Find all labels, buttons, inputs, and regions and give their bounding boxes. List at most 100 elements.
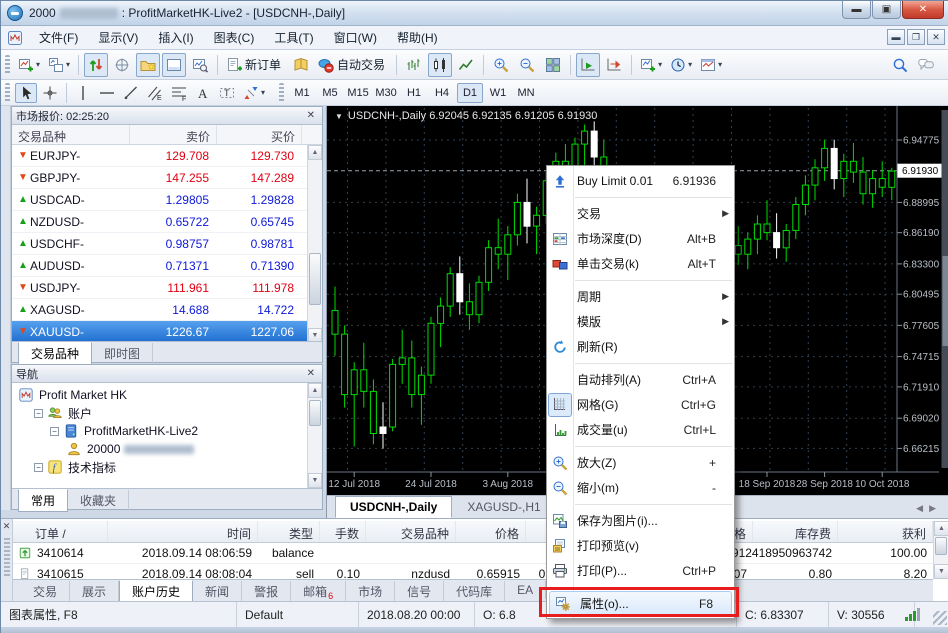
context-menu-item-refresh[interactable]: 刷新(R) <box>547 334 734 359</box>
market-watch-tab-symbols[interactable]: 交易品种 <box>18 342 92 365</box>
dropdown-arrow-icon[interactable]: ▾ <box>658 60 662 69</box>
child-minimize-button[interactable]: ▬ <box>887 29 905 45</box>
autotrading-button[interactable]: 自动交易 <box>315 53 391 77</box>
chat-button[interactable] <box>914 53 938 77</box>
terminal-column-2[interactable]: 类型 <box>258 521 320 542</box>
text-label-button[interactable]: T <box>216 83 238 103</box>
chart-tab-scroll-icons[interactable]: ◀▶ <box>916 503 942 514</box>
context-menu-item-save-as-picture[interactable]: 保存为图片(i)... <box>547 508 734 533</box>
terminal-tab-code-base[interactable]: 代码库 <box>444 581 505 602</box>
child-restore-button[interactable]: ❐ <box>907 29 925 45</box>
terminal-column-5[interactable]: 价格 <box>456 521 526 542</box>
tree-item-profit-market-hk[interactable]: Profit Market HK <box>12 386 322 404</box>
periods-button[interactable]: ▾ <box>667 53 695 77</box>
terminal-scroll-down-icon[interactable]: ▼ <box>934 564 948 579</box>
column-symbol[interactable]: 交易品种 <box>12 125 130 144</box>
new-chart-button[interactable]: ▾ <box>15 53 43 77</box>
timeframe-h4[interactable]: H4 <box>429 83 455 103</box>
column-ask[interactable]: 买价 <box>217 125 302 144</box>
menu-tools[interactable]: 工具(T) <box>264 26 323 49</box>
nav-scroll-up-icon[interactable]: ▲ <box>308 383 322 398</box>
zoom-out-button[interactable] <box>515 53 539 77</box>
chart-candles-button[interactable] <box>428 53 452 77</box>
terminal-tab-news[interactable]: 新闻 <box>193 581 242 602</box>
auto-scroll-button[interactable] <box>576 53 600 77</box>
context-menu-item-templates[interactable]: 模版▶ <box>547 309 734 334</box>
timeframe-m15[interactable]: M15 <box>345 83 371 103</box>
context-menu-item-properties[interactable]: 属性(o)...F8 <box>549 591 732 616</box>
terminal-tab-exposure[interactable]: 展示 <box>70 581 119 602</box>
terminal-tab-alerts[interactable]: 警报 <box>242 581 291 602</box>
timeframe-m30[interactable]: M30 <box>373 83 399 103</box>
navigator-tab-favorites[interactable]: 收藏夹 <box>68 490 129 511</box>
market-row-xagusd[interactable]: ▲XAGUSD-14.68814.722 <box>12 299 322 321</box>
column-bid[interactable]: 卖价 <box>130 125 217 144</box>
dropdown-arrow-icon[interactable]: ▾ <box>718 60 722 69</box>
scroll-up-icon[interactable]: ▲ <box>308 145 322 160</box>
menu-view[interactable]: 显示(V) <box>88 26 148 49</box>
nav-scroll-down-icon[interactable]: ▼ <box>308 473 322 488</box>
timeframe-h1[interactable]: H1 <box>401 83 427 103</box>
timeframe-m1[interactable]: M1 <box>289 83 315 103</box>
chart-collapse-icon[interactable]: ▼ <box>335 112 343 121</box>
terminal-column-4[interactable]: 交易品种 <box>366 521 456 542</box>
terminal-scrollbar[interactable]: ▲ ▼ <box>933 521 948 579</box>
resize-grip[interactable] <box>933 611 947 625</box>
terminal-button[interactable] <box>162 53 186 77</box>
terminal-close-icon[interactable]: ✕ <box>1 519 12 532</box>
templates-button[interactable]: ▾ <box>697 53 725 77</box>
context-menu-item-trading[interactable]: 交易▶ <box>547 201 734 226</box>
timeframe-w1[interactable]: W1 <box>485 83 511 103</box>
market-row-usdchf[interactable]: ▲USDCHF-0.987570.98781 <box>12 233 322 255</box>
trendline-button[interactable] <box>120 83 142 103</box>
terminal-tab-market[interactable]: 市场 <box>346 581 395 602</box>
cursor-button[interactable] <box>15 83 37 103</box>
context-menu-item-depth-of-market[interactable]: 市场深度(D)Alt+B <box>547 226 734 251</box>
timeframe-mn[interactable]: MN <box>513 83 539 103</box>
terminal-tab-account-history[interactable]: 账户历史 <box>119 580 193 603</box>
zoom-in-button[interactable] <box>489 53 513 77</box>
context-menu-item-one-click-trading[interactable]: 单击交易(k)Alt+T <box>547 251 734 276</box>
menu-insert[interactable]: 插入(I) <box>148 26 203 49</box>
toolbar-grip-2[interactable] <box>5 83 10 103</box>
navigator-scrollbar[interactable]: ▲ ▼ <box>307 383 322 488</box>
terminal-row[interactable]: 34106142018.09.14 08:06:59balance6912418… <box>13 543 933 564</box>
context-menu-item-buy-limit[interactable]: Buy Limit 0.016.91936 <box>547 168 734 193</box>
metaeditor-button[interactable] <box>289 53 313 77</box>
market-row-eurjpy[interactable]: ▼EURJPY-129.708129.730 <box>12 145 322 167</box>
dropdown-arrow-icon[interactable]: ▾ <box>36 60 40 69</box>
market-row-usdjpy[interactable]: ▼USDJPY-111.961111.978 <box>12 277 322 299</box>
tree-item-profitmarkethk-live2[interactable]: −ProfitMarketHK-Live2 <box>12 422 322 440</box>
menu-charts[interactable]: 图表(C) <box>204 26 265 49</box>
terminal-column-9[interactable]: 库存费 <box>753 521 838 542</box>
new-order-button[interactable]: 新订单 <box>223 53 287 77</box>
tree-item-20000[interactable]: 20000 <box>12 440 322 458</box>
maximize-button[interactable]: ▣ <box>872 1 901 19</box>
minimize-button[interactable]: ▬ <box>842 1 871 19</box>
timeframe-d1[interactable]: D1 <box>457 83 483 103</box>
search-button[interactable] <box>888 53 912 77</box>
terminal-tab-experts[interactable]: EA <box>505 581 546 599</box>
market-row-usdcad[interactable]: ▲USDCAD-1.298051.29828 <box>12 189 322 211</box>
market-watch-scrollbar[interactable]: ▲ ▼ <box>307 145 322 343</box>
chart-shift-button[interactable] <box>602 53 626 77</box>
tree-item--[interactable]: −账户 <box>12 404 322 422</box>
market-watch-tab-tick-chart[interactable]: 即时图 <box>92 343 153 364</box>
data-window-button[interactable] <box>110 53 134 77</box>
market-watch-button[interactable] <box>84 53 108 77</box>
horizontal-line-button[interactable] <box>96 83 118 103</box>
market-watch-close-icon[interactable]: ✕ <box>304 110 318 121</box>
chart-line-button[interactable] <box>454 53 478 77</box>
crosshair-button[interactable] <box>39 83 61 103</box>
context-menu-item-auto-arrange[interactable]: 自动排列(A)Ctrl+A <box>547 367 734 392</box>
terminal-dock-strip[interactable]: ✕ <box>1 519 13 602</box>
toolbar-grip[interactable] <box>5 55 10 75</box>
status-profile[interactable]: Default <box>237 602 359 627</box>
close-button[interactable]: ✕ <box>902 1 944 19</box>
tree-expander-icon[interactable]: − <box>34 463 43 472</box>
chart-tab-xagusd-h1[interactable]: XAGUSD-,H1 <box>452 496 555 518</box>
text-button[interactable]: A <box>192 83 214 103</box>
fibonacci-button[interactable]: F <box>168 83 190 103</box>
market-row-nzdusd[interactable]: ▲NZDUSD-0.657220.65745 <box>12 211 322 233</box>
context-menu-item-zoom-out[interactable]: 缩小(m)- <box>547 475 734 500</box>
